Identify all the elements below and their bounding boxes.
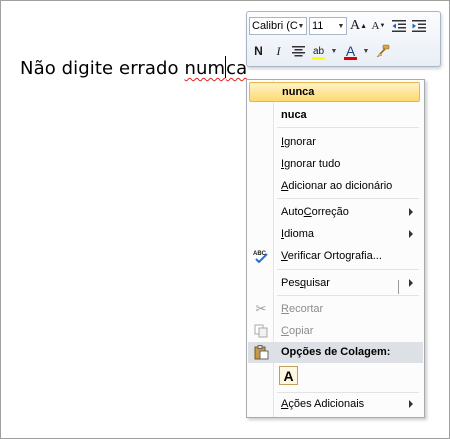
text-before: Não digite errado: [20, 58, 185, 79]
submenu-arrow-icon: [409, 208, 413, 216]
paste-clipboard-icon: [253, 344, 269, 363]
font-name-value: Calibri (C: [252, 20, 298, 32]
increase-indent-button[interactable]: [409, 17, 428, 36]
menu-item-label: Copiar: [281, 325, 314, 337]
submenu-arrow-icon[interactable]: [409, 279, 413, 287]
suggestion-label: nunca: [282, 86, 315, 98]
menu-item-label: Adicionar ao dicionário: [281, 180, 393, 192]
toolbar-row-1: Calibri (C ▼ 11 ▼ A ▲ A ▼: [249, 15, 429, 37]
mini-toolbar: Calibri (C ▼ 11 ▼ A ▲ A ▼ N I ab ▼ A ▼: [246, 11, 441, 67]
menu-separator: [277, 392, 419, 393]
menu-item-ignore[interactable]: Ignorar: [249, 132, 420, 152]
menu-item-label: Recortar: [281, 303, 324, 315]
grow-font-button[interactable]: A ▲: [349, 17, 368, 36]
font-color-button[interactable]: A: [341, 42, 360, 61]
split-separator: [398, 280, 399, 294]
submenu-arrow-icon: [409, 230, 413, 238]
bold-button[interactable]: N: [249, 42, 268, 61]
menu-item-spell-check[interactable]: ABC Verificar Ortografia...: [249, 246, 420, 266]
menu-item-label: Ações Adicionais: [281, 398, 365, 410]
chevron-down-icon[interactable]: ▼: [296, 18, 306, 34]
document-text[interactable]: Não digite errado numca: [20, 56, 247, 79]
shrink-font-button[interactable]: A ▼: [369, 17, 388, 36]
menu-item-ignore-all[interactable]: Ignorar tudo: [249, 154, 420, 174]
center-align-button[interactable]: [289, 42, 308, 61]
italic-button[interactable]: I: [269, 42, 288, 61]
highlight-dropdown-button[interactable]: ▼: [329, 42, 339, 61]
shrink-font-icon: A: [371, 20, 380, 32]
menu-item-suggestion-nuca[interactable]: nuca: [249, 105, 420, 125]
font-size-value: 11: [312, 20, 324, 32]
font-name-combo[interactable]: Calibri (C ▼: [249, 17, 307, 35]
increase-indent-icon: [411, 20, 426, 32]
chevron-down-icon: ▼: [330, 47, 338, 55]
format-painter-button[interactable]: [373, 42, 392, 61]
menu-item-more-actions[interactable]: Ações Adicionais: [249, 394, 420, 414]
menu-separator: [277, 127, 419, 128]
decrease-indent-button[interactable]: [389, 17, 408, 36]
paste-options-header: Opções de Colagem:: [248, 342, 423, 363]
misspelled-word-part1: num: [184, 58, 226, 79]
font-size-combo[interactable]: 11 ▼: [309, 17, 347, 35]
center-align-icon: [292, 45, 305, 56]
format-painter-icon: [375, 44, 389, 58]
submenu-arrow-icon: [409, 400, 413, 408]
misspelled-word-part2: ca: [226, 58, 248, 79]
menu-item-cut[interactable]: ✂ Recortar: [249, 299, 420, 319]
grow-font-icon: A: [349, 18, 361, 33]
paste-options-label: Opções de Colagem:: [281, 346, 391, 358]
menu-item-label: Verificar Ortografia...: [281, 250, 382, 262]
menu-item-search[interactable]: Pesquisar: [249, 273, 420, 293]
highlighter-icon: ab: [312, 45, 325, 57]
menu-item-label: Ignorar: [281, 136, 316, 148]
font-color-swatch: [344, 56, 357, 60]
menu-item-label: Idioma: [281, 228, 315, 240]
menu-item-add-to-dictionary[interactable]: Adicionar ao dicionário: [249, 176, 420, 196]
copy-icon: [253, 323, 269, 339]
menu-item-label: Pesquisar: [281, 277, 330, 289]
highlight-button[interactable]: ab: [309, 42, 328, 61]
menu-item-autocorrect[interactable]: AutoCorreção: [249, 202, 420, 222]
chevron-down-icon: ▼: [362, 47, 370, 55]
scissors-icon: ✂: [255, 301, 267, 316]
menu-item-copy[interactable]: Copiar: [249, 321, 420, 341]
menu-item-label: Ignorar tudo: [281, 158, 341, 170]
font-color-dropdown-button[interactable]: ▼: [361, 42, 371, 61]
context-menu: nunca nuca Ignorar Ignorar tudo Adiciona…: [246, 79, 425, 418]
menu-separator: [277, 269, 419, 270]
spelling-check-icon: ABC: [253, 248, 269, 264]
chevron-down-icon[interactable]: ▼: [336, 18, 346, 34]
menu-separator: [277, 198, 419, 199]
highlight-color-swatch: [312, 56, 325, 60]
menu-separator: [277, 295, 419, 296]
toolbar-row-2: N I ab ▼ A ▼: [249, 40, 393, 62]
paste-keep-text-only-button[interactable]: A: [279, 366, 298, 385]
decrease-indent-icon: [391, 20, 406, 32]
suggestion-label: nuca: [281, 109, 307, 121]
menu-item-suggestion-nunca[interactable]: nunca: [249, 82, 420, 102]
misspelled-word[interactable]: numca: [184, 56, 248, 79]
menu-item-label: AutoCorreção: [281, 206, 349, 218]
menu-item-language[interactable]: Idioma: [249, 224, 420, 244]
